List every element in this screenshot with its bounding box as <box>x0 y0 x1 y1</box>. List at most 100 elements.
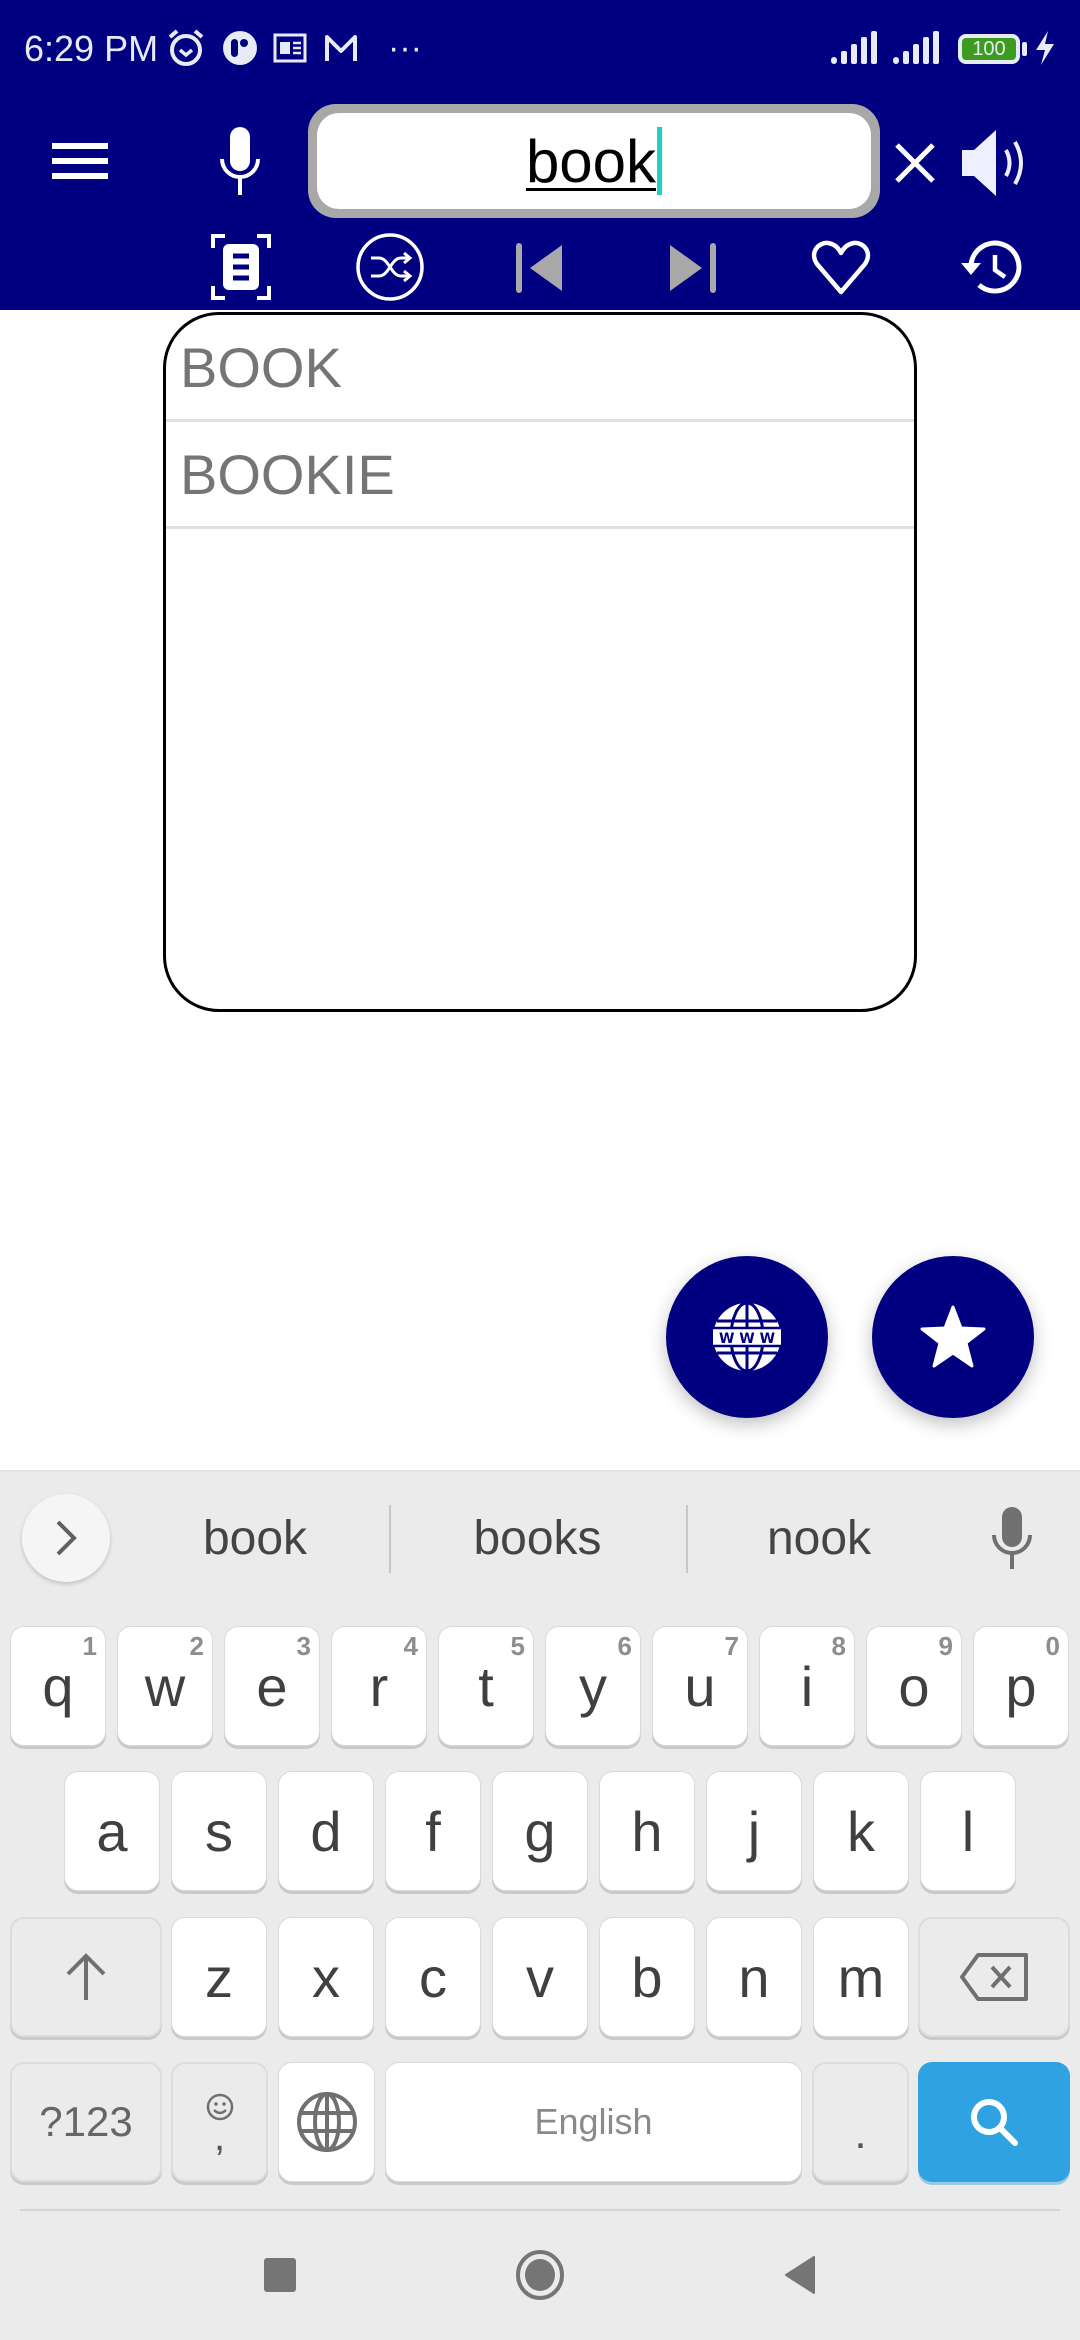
key-label: v <box>526 1945 554 2009</box>
search-field[interactable]: book <box>308 104 880 218</box>
key-number-hint: 9 <box>938 1631 953 1661</box>
charging-icon <box>1032 26 1058 70</box>
key-h[interactable]: h <box>599 1771 695 1891</box>
period-key[interactable]: . <box>812 2062 909 2182</box>
recents-button[interactable] <box>240 2240 320 2310</box>
scan-text-button[interactable] <box>208 228 274 306</box>
recents-square-icon <box>264 2258 296 2292</box>
comma-label: , <box>213 2115 226 2159</box>
star-icon <box>920 1305 986 1368</box>
key-label: m <box>837 1945 885 2009</box>
key-label: c <box>419 1945 447 2009</box>
globe-icon <box>296 2092 357 2152</box>
search-action-key[interactable] <box>918 2062 1070 2182</box>
key-g[interactable]: g <box>492 1771 588 1891</box>
key-w[interactable]: w2 <box>117 1626 213 1746</box>
suggestions-dropdown: BOOK BOOKIE <box>163 312 917 1012</box>
shift-key[interactable] <box>10 1917 162 2037</box>
key-q[interactable]: q1 <box>10 1626 106 1746</box>
back-button[interactable] <box>760 2240 840 2310</box>
history-button[interactable] <box>956 232 1026 304</box>
key-s[interactable]: s <box>171 1771 267 1891</box>
key-x[interactable]: x <box>278 1917 374 2037</box>
key-t[interactable]: t5 <box>438 1626 534 1746</box>
previous-word-button[interactable] <box>510 236 570 300</box>
key-z[interactable]: z <box>171 1917 267 2037</box>
history-icon <box>961 240 1022 294</box>
speak-button[interactable] <box>956 118 1036 208</box>
favorite-button[interactable] <box>808 234 874 302</box>
key-y[interactable]: y6 <box>545 1626 641 1746</box>
key-l[interactable]: l <box>920 1771 1016 1891</box>
key-k[interactable]: k <box>813 1771 909 1891</box>
key-o[interactable]: o9 <box>866 1626 962 1746</box>
key-n[interactable]: n <box>706 1917 802 2037</box>
key-label: o <box>898 1654 930 1718</box>
key-f[interactable]: f <box>385 1771 481 1891</box>
key-r[interactable]: r4 <box>331 1626 427 1746</box>
key-label: g <box>524 1799 556 1863</box>
backspace-key[interactable] <box>918 1917 1070 2037</box>
language-key[interactable] <box>278 2062 375 2182</box>
key-label: h <box>631 1799 663 1863</box>
key-d[interactable]: d <box>278 1771 374 1891</box>
suggestion-divider <box>389 1505 391 1573</box>
search-input[interactable]: book <box>317 113 871 209</box>
key-label: d <box>310 1799 342 1863</box>
key-u[interactable]: u7 <box>652 1626 748 1746</box>
next-word-button[interactable] <box>662 236 722 300</box>
key-label: j <box>747 1799 761 1863</box>
emoji-comma-key[interactable]: , <box>171 2062 268 2182</box>
microphone-icon <box>220 127 260 195</box>
suggestion-item[interactable]: BOOKIE <box>166 422 914 529</box>
menu-button[interactable] <box>40 126 120 196</box>
next-icon <box>670 243 716 293</box>
key-i[interactable]: i8 <box>759 1626 855 1746</box>
alarm-icon <box>166 26 206 70</box>
key-label: l <box>961 1799 975 1863</box>
keyboard-suggestion[interactable]: books <box>420 1500 655 1576</box>
keyboard-voice-button[interactable] <box>982 1500 1042 1576</box>
key-label: s <box>205 1799 233 1863</box>
key-number-hint: 0 <box>1045 1631 1060 1661</box>
search-input-value[interactable]: book <box>526 127 656 196</box>
home-button[interactable] <box>500 2235 580 2315</box>
key-number-hint: 2 <box>189 1631 204 1661</box>
symbols-key[interactable]: ?123 <box>10 2062 162 2182</box>
menu-icon <box>52 143 108 179</box>
web-search-button[interactable]: W W W <box>666 1256 828 1418</box>
expand-toolbar-button[interactable] <box>22 1494 110 1582</box>
keyboard-suggestion[interactable]: nook <box>714 1500 924 1576</box>
key-number-hint: 7 <box>724 1631 739 1661</box>
signal-icon-1 <box>830 26 878 70</box>
key-j[interactable]: j <box>706 1771 802 1891</box>
shuffle-button[interactable] <box>353 230 427 304</box>
keyboard-suggestion[interactable]: book <box>150 1500 360 1576</box>
microphone-icon <box>992 1507 1032 1569</box>
space-key[interactable]: English <box>385 2062 802 2182</box>
favorite-icon <box>811 240 871 295</box>
key-v[interactable]: v <box>492 1917 588 2037</box>
key-number-hint: 1 <box>82 1631 97 1661</box>
key-label: r <box>369 1654 389 1718</box>
previous-icon <box>516 243 562 293</box>
key-m[interactable]: m <box>813 1917 909 2037</box>
search-icon <box>971 2099 1018 2146</box>
key-b[interactable]: b <box>599 1917 695 2037</box>
key-e[interactable]: e3 <box>224 1626 320 1746</box>
screen: 6:29 PM ··· 100 book BOOK BOOKIE W W W b… <box>0 0 1080 2340</box>
key-p[interactable]: p0 <box>973 1626 1069 1746</box>
shuffle-icon <box>356 233 424 301</box>
clear-search-button[interactable] <box>884 130 946 196</box>
chevron-right-icon <box>56 1520 77 1556</box>
key-label: u <box>684 1654 716 1718</box>
key-label: z <box>205 1945 233 2009</box>
key-a[interactable]: a <box>64 1771 160 1891</box>
voice-search-button[interactable] <box>200 120 280 204</box>
key-c[interactable]: c <box>385 1917 481 2037</box>
suggestion-item[interactable]: BOOK <box>166 315 914 422</box>
favorites-button[interactable] <box>872 1256 1034 1418</box>
key-label: p <box>1005 1654 1037 1718</box>
shift-arrow-icon <box>66 1953 106 2000</box>
key-label: e <box>256 1654 288 1718</box>
